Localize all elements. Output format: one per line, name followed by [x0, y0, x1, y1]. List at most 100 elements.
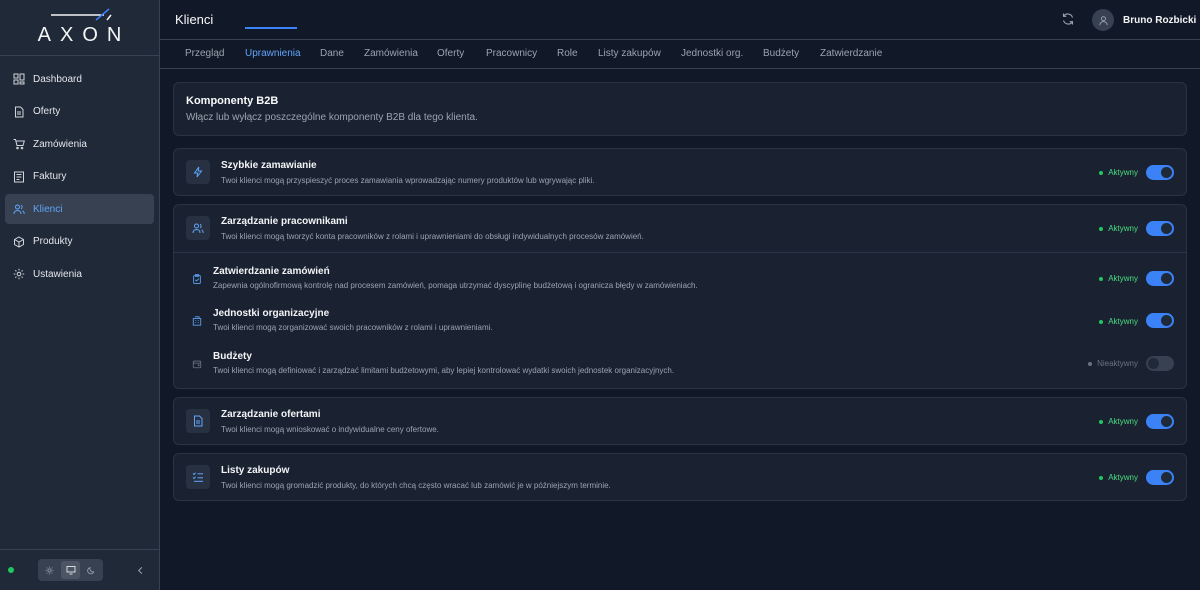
feature-description: Twoi klienci mogą zorganizować swoich pr… [213, 323, 493, 332]
quick-order-toggle[interactable] [1146, 165, 1174, 180]
status-badge: Aktywny [1099, 317, 1138, 326]
status-badge: Aktywny [1099, 473, 1138, 482]
status-label: Aktywny [1108, 317, 1138, 326]
status-label: Aktywny [1108, 274, 1138, 283]
tab-listy-zakupow[interactable]: Listy zakupów [598, 48, 661, 59]
feature-icon [191, 315, 203, 327]
box-icon [13, 235, 25, 248]
theme-light-button[interactable] [40, 561, 59, 579]
feature-icon-box [186, 465, 210, 489]
status-label: Aktywny [1108, 417, 1138, 426]
moon-icon [87, 566, 95, 574]
budgets-toggle[interactable] [1146, 356, 1174, 371]
quotes-toggle[interactable] [1146, 414, 1174, 429]
sidebar-item-dashboard[interactable]: Dashboard [5, 64, 154, 94]
dashboard-icon [13, 73, 25, 85]
tab-zatwierdzanie[interactable]: Zatwierdzanie [820, 48, 882, 59]
user-name: Bruno Rozbicki [1123, 14, 1197, 26]
document-icon [194, 415, 203, 427]
section-title: Komponenty B2B [186, 95, 279, 107]
user-icon [1098, 15, 1108, 25]
sidebar-item-faktury[interactable]: Faktury [5, 162, 154, 192]
approvals-toggle[interactable] [1146, 271, 1174, 286]
sidebar-footer [0, 549, 160, 590]
status-badge: Nieaktywny [1088, 359, 1138, 368]
tab-role[interactable]: Role [557, 48, 578, 59]
tab-jednostki-org[interactable]: Jednostki org. [681, 48, 743, 59]
divider [174, 252, 1186, 253]
monitor-icon [66, 566, 75, 575]
gear-icon [13, 268, 25, 280]
feature-card-quick-order: Szybkie zamawianie Twoi klienci mogą prz… [173, 148, 1187, 196]
logo-text: AXON [37, 24, 131, 46]
theme-dark-button[interactable] [82, 561, 101, 579]
lightning-icon [193, 166, 203, 178]
tab-pracownicy[interactable]: Pracownicy [486, 48, 537, 59]
toggle-knob [1161, 416, 1172, 427]
shopping-lists-toggle[interactable] [1146, 470, 1174, 485]
user-menu[interactable]: Bruno Rozbicki [1092, 9, 1196, 31]
avatar [1092, 9, 1114, 31]
tab-przeglad[interactable]: Przegląd [185, 48, 224, 59]
tab-dane[interactable]: Dane [320, 48, 344, 59]
users-icon [192, 223, 204, 234]
tab-uprawnienia[interactable]: Uprawnienia [245, 48, 301, 59]
toggle-knob [1161, 223, 1172, 234]
status-label: Aktywny [1108, 168, 1138, 177]
org-units-toggle[interactable] [1146, 313, 1174, 328]
clipboard-check-icon [193, 274, 201, 284]
sidebar-item-label: Klienci [33, 203, 63, 215]
wallet-icon [192, 360, 202, 369]
feature-description: Twoi klienci mogą gromadzić produkty, do… [221, 481, 611, 490]
feature-title: Szybkie zamawianie [221, 160, 317, 171]
theme-system-button[interactable] [61, 561, 80, 579]
status-dot [1099, 276, 1104, 281]
status-dot [1099, 419, 1104, 424]
page-header: Klienci [160, 0, 1200, 40]
toggle-knob [1161, 273, 1172, 284]
logo-arrow-icon [50, 8, 112, 21]
status-dot [1099, 226, 1104, 231]
feature-title: Jednostki organizacyjne [213, 308, 330, 319]
tab-zamowienia[interactable]: Zamówienia [364, 48, 418, 59]
feature-description: Twoi klienci mogą definiować i zarządzać… [213, 366, 675, 375]
refresh-icon [1062, 13, 1074, 25]
online-status-dot [8, 567, 14, 573]
feature-title: Zatwierdzanie zamówień [213, 266, 330, 277]
status-label: Nieaktywny [1097, 359, 1138, 368]
sidebar-item-produkty[interactable]: Produkty [5, 227, 154, 257]
feature-title: Zarządzanie ofertami [221, 409, 321, 420]
sidebar-nav: Dashboard Oferty Zamówienia Faktury Klie… [0, 56, 159, 300]
feature-icon-box [186, 409, 210, 433]
feature-title: Zarządzanie pracownikami [221, 216, 348, 227]
refresh-button[interactable] [1061, 12, 1076, 27]
feature-description: Twoi klienci mogą tworzyć konta pracowni… [221, 232, 644, 241]
sidebar-item-label: Zamówienia [33, 138, 87, 150]
feature-icon-box [186, 160, 210, 184]
page-title: Klienci [175, 12, 214, 27]
employees-toggle[interactable] [1146, 221, 1174, 236]
sidebar-item-klienci[interactable]: Klienci [5, 194, 154, 224]
status-label: Aktywny [1108, 224, 1138, 233]
sidebar-item-zamowienia[interactable]: Zamówienia [5, 129, 154, 159]
toggle-knob [1148, 358, 1159, 369]
section-description: Włącz lub wyłącz poszczególne komponenty… [186, 112, 478, 123]
active-tab-indicator [245, 27, 297, 29]
users-icon [13, 203, 25, 215]
status-dot [1099, 170, 1104, 175]
logo[interactable]: AXON [0, 0, 159, 56]
tab-budzety[interactable]: Budżety [763, 48, 799, 59]
feature-card-shopping-lists: Listy zakupów Twoi klienci mogą gromadzi… [173, 453, 1187, 501]
feature-description: Twoi klienci mogą wnioskować o indywidua… [221, 425, 439, 434]
sidebar: AXON Dashboard Oferty Zamówienia Faktury… [0, 0, 160, 590]
status-badge: Aktywny [1099, 274, 1138, 283]
sidebar-item-ustawienia[interactable]: Ustawienia [5, 259, 154, 289]
collapse-sidebar-button[interactable] [133, 563, 147, 577]
feature-card-employees: Zarządzanie pracownikami Twoi klienci mo… [173, 204, 1187, 389]
feature-title: Budżety [213, 351, 252, 362]
feature-title: Listy zakupów [221, 465, 290, 476]
sidebar-item-oferty[interactable]: Oferty [5, 97, 154, 127]
status-badge: Aktywny [1099, 168, 1138, 177]
tab-oferty[interactable]: Oferty [437, 48, 464, 59]
toggle-knob [1161, 167, 1172, 178]
